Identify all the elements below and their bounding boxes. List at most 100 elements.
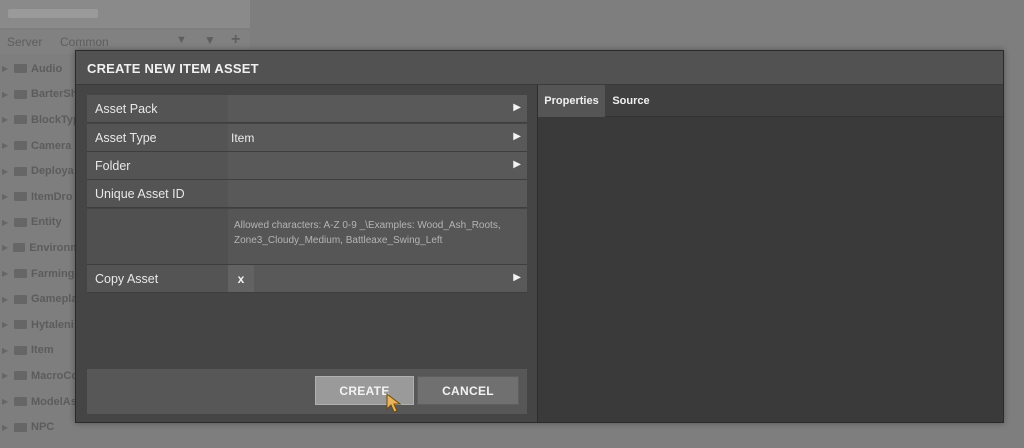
asset-type-value: Item bbox=[231, 131, 255, 145]
asset-type-label: Asset Type bbox=[95, 131, 157, 145]
tree-item-label: MacroCo bbox=[31, 369, 79, 382]
allowed-characters-hint: Allowed characters: A-Z 0-9 _\Examples: … bbox=[234, 220, 501, 246]
copy-asset-row[interactable]: Copy Asset x ▶ bbox=[87, 265, 527, 293]
tree-item[interactable]: ▶Objective bbox=[0, 440, 80, 448]
folder-icon bbox=[14, 141, 27, 151]
caret-right-icon[interactable]: ▶ bbox=[2, 269, 12, 278]
tree-item-label: Camera bbox=[31, 139, 72, 152]
plus-icon[interactable]: + bbox=[231, 31, 240, 49]
tree-item[interactable]: ▶ Audio bbox=[0, 56, 80, 82]
preview-panel: Properties Source bbox=[537, 85, 1003, 422]
tree-item[interactable]: ▶ Item bbox=[0, 338, 80, 364]
tree-item-label: NPC bbox=[31, 421, 55, 434]
tree-item[interactable]: ▶ BlockTyp bbox=[0, 107, 80, 133]
dialog-title: CREATE NEW ITEM ASSET bbox=[87, 61, 259, 76]
caret-right-icon[interactable]: ▶ bbox=[2, 141, 12, 150]
caret-right-icon[interactable]: ▶ bbox=[513, 102, 521, 113]
tree-item-label: ModelAs bbox=[31, 395, 77, 408]
tree-item-label: Hytaleni bbox=[31, 318, 74, 331]
asset-pack-select[interactable] bbox=[228, 95, 527, 122]
tree-item[interactable]: ▶ Camera bbox=[0, 133, 80, 159]
caret-right-icon[interactable]: ▶ bbox=[513, 272, 521, 283]
folder-icon bbox=[14, 64, 27, 74]
tab-properties[interactable]: Properties bbox=[538, 85, 605, 117]
folder-icon bbox=[14, 217, 27, 227]
tree-item[interactable]: ▶ NPC bbox=[0, 414, 80, 440]
tree-item[interactable]: ▶ ItemDro bbox=[0, 184, 80, 210]
tree-item[interactable]: ▶ Gamepla bbox=[0, 286, 80, 312]
caret-right-icon[interactable]: ▶ bbox=[2, 295, 12, 304]
server-select[interactable]: Common bbox=[60, 35, 109, 49]
caret-right-icon[interactable]: ▶ bbox=[2, 243, 11, 252]
caret-right-icon[interactable]: ▶ bbox=[2, 371, 12, 380]
cancel-button[interactable]: CANCEL bbox=[417, 376, 519, 405]
tree-item-label: Gamepla bbox=[31, 293, 78, 306]
folder-label: Folder bbox=[95, 159, 131, 173]
tree-item[interactable]: ▶ Hytaleni bbox=[0, 312, 80, 338]
tree-item-label: Audio bbox=[31, 62, 63, 75]
caret-right-icon[interactable]: ▶ bbox=[2, 64, 12, 73]
asset-type-row[interactable]: Asset Type Item ▶ bbox=[87, 124, 527, 152]
preview-tabs: Properties Source bbox=[538, 85, 1003, 117]
server-label: Server bbox=[7, 35, 43, 49]
filter-icon[interactable]: ▼ bbox=[204, 33, 216, 47]
asset-type-select[interactable] bbox=[228, 124, 527, 151]
folder-icon bbox=[14, 371, 27, 381]
tree-item-label: Farming bbox=[31, 267, 75, 280]
folder-icon bbox=[14, 89, 27, 99]
folder-select[interactable] bbox=[228, 152, 527, 179]
folder-row[interactable]: Folder ▶ bbox=[87, 152, 527, 180]
tree-item[interactable]: ▶ ModelAs bbox=[0, 389, 80, 415]
asset-form: Asset Pack ▶ Asset Type Item ▶ Folder ▶ … bbox=[87, 95, 527, 293]
tree-item-label: Deploya bbox=[31, 165, 74, 178]
dialog-header: CREATE NEW ITEM ASSET bbox=[76, 51, 1003, 85]
asset-pack-row[interactable]: Asset Pack ▶ bbox=[87, 95, 527, 123]
tree-item-label: BarterSh bbox=[31, 88, 78, 101]
unique-asset-id-label: Unique Asset ID bbox=[95, 187, 185, 201]
caret-right-icon[interactable]: ▶ bbox=[2, 320, 12, 329]
folder-icon bbox=[14, 422, 27, 432]
folder-icon bbox=[14, 192, 27, 202]
unique-asset-id-row: Unique Asset ID bbox=[87, 180, 527, 208]
asset-pack-label: Asset Pack bbox=[95, 102, 158, 116]
tree-item[interactable]: ▶ Farming bbox=[0, 261, 80, 287]
caret-right-icon[interactable]: ▶ bbox=[2, 423, 12, 432]
tree-item[interactable]: ▶ Entity bbox=[0, 210, 80, 236]
caret-right-icon[interactable]: ▶ bbox=[2, 115, 12, 124]
create-item-asset-dialog: CREATE NEW ITEM ASSET Asset Pack ▶ Asset… bbox=[75, 50, 1004, 423]
tree-item-label: BlockTyp bbox=[31, 113, 80, 126]
background-title-bar bbox=[0, 0, 250, 28]
tree-item[interactable]: ▶ BarterSh bbox=[0, 82, 80, 108]
caret-right-icon[interactable]: ▶ bbox=[2, 167, 12, 176]
tab-source[interactable]: Source bbox=[605, 85, 657, 117]
folder-icon bbox=[14, 397, 27, 407]
caret-right-icon[interactable]: ▶ bbox=[2, 90, 12, 99]
copy-asset-label: Copy Asset bbox=[95, 272, 159, 286]
caret-right-icon[interactable]: ▶ bbox=[2, 346, 12, 355]
tree-item[interactable]: ▶ Environm bbox=[0, 235, 80, 261]
caret-right-icon[interactable]: ▶ bbox=[2, 192, 12, 201]
tree-item[interactable]: ▶ Deploya bbox=[0, 158, 80, 184]
folder-icon bbox=[13, 243, 26, 253]
asset-id-hint-row: Allowed characters: A-Z 0-9 _\Examples: … bbox=[87, 209, 527, 265]
folder-icon bbox=[14, 166, 27, 176]
background-asset-tree: ▶ Audio ▶ BarterSh ▶ BlockTyp ▶ Camera ▶ Deploya ▶… bbox=[0, 56, 80, 448]
folder-icon bbox=[14, 294, 27, 304]
copy-asset-select[interactable] bbox=[228, 265, 527, 292]
folder-icon bbox=[14, 320, 27, 330]
chevron-down-icon[interactable]: ▼ bbox=[176, 34, 187, 46]
caret-right-icon[interactable]: ▶ bbox=[2, 397, 12, 406]
tree-item[interactable]: ▶ MacroCo bbox=[0, 363, 80, 389]
caret-right-icon[interactable]: ▶ bbox=[513, 131, 521, 142]
folder-icon bbox=[14, 269, 27, 279]
folder-icon bbox=[14, 345, 27, 355]
clear-copy-asset-button[interactable]: x bbox=[228, 265, 254, 292]
tree-item-label: Item bbox=[31, 344, 54, 357]
folder-icon bbox=[14, 115, 27, 125]
mouse-pointer-icon bbox=[386, 393, 402, 413]
tree-item-label: ItemDro bbox=[31, 190, 73, 203]
caret-right-icon[interactable]: ▶ bbox=[2, 218, 12, 227]
dialog-footer: CREATE CANCEL bbox=[87, 369, 527, 414]
caret-right-icon[interactable]: ▶ bbox=[513, 159, 521, 170]
unique-asset-id-input[interactable] bbox=[228, 180, 527, 207]
